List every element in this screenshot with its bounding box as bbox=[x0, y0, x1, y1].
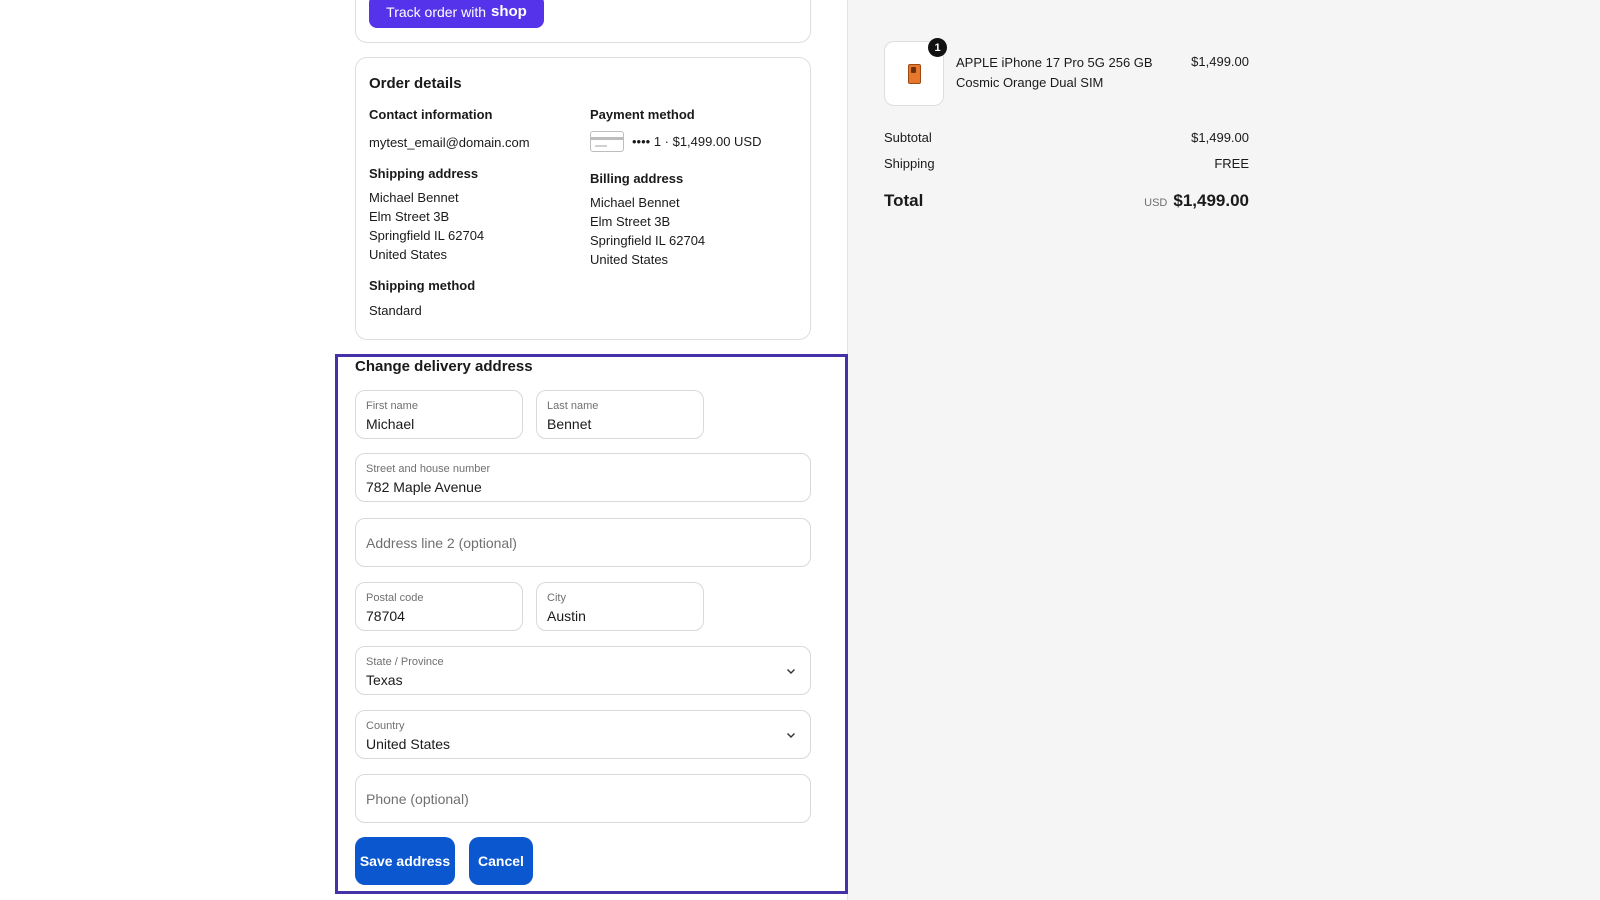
payment-method-row: •••• 1 · $1,499.00 USD bbox=[590, 131, 800, 152]
shipping-method-section: Shipping method Standard bbox=[369, 278, 579, 320]
checkout-confirmation-page: Track order with shop Order details Cont… bbox=[0, 0, 1600, 900]
phone-icon bbox=[908, 64, 921, 84]
country-select[interactable]: Country United States bbox=[355, 710, 811, 759]
address-line-2-placeholder: Address line 2 (optional) bbox=[366, 535, 517, 551]
postal-code-label: Postal code bbox=[366, 592, 424, 604]
city-field[interactable]: City Austin bbox=[536, 582, 704, 631]
state-select[interactable]: State / Province Texas bbox=[355, 646, 811, 695]
first-name-field[interactable]: First name Michael bbox=[355, 390, 523, 439]
shipping-value: FREE bbox=[1214, 156, 1249, 171]
track-order-label: Track order with bbox=[386, 3, 486, 20]
shipping-address-section: Shipping address Michael Bennet Elm Stre… bbox=[369, 166, 579, 264]
chevron-down-icon bbox=[787, 669, 795, 674]
country-value: United States bbox=[366, 736, 451, 752]
payment-method-heading: Payment method bbox=[590, 107, 695, 122]
billing-address-line: Springfield IL 62704 bbox=[590, 233, 706, 248]
city-value: Austin bbox=[547, 608, 586, 624]
state-value: Texas bbox=[366, 672, 403, 688]
street-label: Street and house number bbox=[366, 463, 491, 475]
state-label: State / Province bbox=[366, 656, 444, 668]
shipping-address-line: Elm Street 3B bbox=[369, 209, 450, 224]
first-name-label: First name bbox=[366, 400, 418, 412]
shipping-address-line: Michael Bennet bbox=[369, 190, 459, 205]
first-name-value: Michael bbox=[366, 416, 415, 432]
quantity-badge: 1 bbox=[928, 38, 947, 57]
shipping-row: Shipping FREE bbox=[884, 156, 1249, 171]
total-value: $1,499.00 bbox=[1173, 191, 1249, 210]
last-name-label: Last name bbox=[547, 400, 599, 412]
order-details-title: Order details bbox=[369, 75, 462, 92]
postal-code-value: 78704 bbox=[366, 608, 405, 624]
payment-summary: •••• 1 · $1,499.00 USD bbox=[632, 134, 762, 149]
subtotal-row: Subtotal $1,499.00 bbox=[884, 130, 1249, 145]
billing-address-line: United States bbox=[590, 252, 669, 267]
city-label: City bbox=[547, 592, 566, 604]
payment-method-section: Payment method •••• 1 · $1,499.00 USD bbox=[590, 107, 800, 152]
subtotal-value: $1,499.00 bbox=[1191, 130, 1249, 145]
billing-address-heading: Billing address bbox=[590, 171, 684, 186]
contact-email: mytest_email@domain.com bbox=[369, 135, 530, 150]
product-name: APPLE iPhone 17 Pro 5G 256 GB Cosmic Ora… bbox=[956, 55, 1153, 90]
contact-information-heading: Contact information bbox=[369, 107, 493, 122]
billing-address-section: Billing address Michael Bennet Elm Stree… bbox=[590, 171, 800, 269]
billing-address-line: Michael Bennet bbox=[590, 195, 680, 210]
postal-code-field[interactable]: Postal code 78704 bbox=[355, 582, 523, 631]
contact-information-section: Contact information mytest_email@domain.… bbox=[369, 107, 579, 152]
shop-logo: shop bbox=[491, 3, 527, 20]
order-details-card: Order details Contact information mytest… bbox=[355, 57, 811, 340]
billing-address-line: Elm Street 3B bbox=[590, 214, 671, 229]
save-address-button[interactable]: Save address bbox=[355, 837, 455, 885]
track-order-card: Track order with shop bbox=[355, 0, 811, 43]
phone-field[interactable]: Phone (optional) bbox=[355, 774, 811, 823]
street-value: 782 Maple Avenue bbox=[366, 479, 482, 495]
credit-card-icon bbox=[590, 131, 624, 152]
total-row: Total USD $1,499.00 bbox=[884, 191, 1249, 211]
street-field[interactable]: Street and house number 782 Maple Avenue bbox=[355, 453, 811, 502]
track-order-button[interactable]: Track order with shop bbox=[369, 0, 544, 28]
chevron-down-icon bbox=[787, 733, 795, 738]
phone-placeholder: Phone (optional) bbox=[366, 791, 469, 807]
last-name-field[interactable]: Last name Bennet bbox=[536, 390, 704, 439]
shipping-address-heading: Shipping address bbox=[369, 166, 479, 181]
order-details-right-column: Payment method •••• 1 · $1,499.00 USD Bi… bbox=[590, 107, 800, 283]
shipping-label: Shipping bbox=[884, 156, 935, 171]
country-label: Country bbox=[366, 720, 405, 732]
shipping-address-line: United States bbox=[369, 247, 448, 262]
last-name-value: Bennet bbox=[547, 416, 592, 432]
shipping-method-heading: Shipping method bbox=[369, 278, 476, 293]
cancel-button[interactable]: Cancel bbox=[469, 837, 533, 885]
address-line-2-field[interactable]: Address line 2 (optional) bbox=[355, 518, 811, 567]
order-details-left-column: Contact information mytest_email@domain.… bbox=[369, 107, 579, 334]
currency-code: USD bbox=[1144, 197, 1168, 209]
shipping-address-line: Springfield IL 62704 bbox=[369, 228, 485, 243]
change-delivery-address-title: Change delivery address bbox=[355, 358, 533, 375]
total-amount: USD $1,499.00 bbox=[1144, 191, 1249, 211]
total-label: Total bbox=[884, 191, 924, 210]
product-price: $1,499.00 bbox=[1191, 54, 1249, 69]
subtotal-label: Subtotal bbox=[884, 130, 932, 145]
shipping-method-value: Standard bbox=[369, 303, 422, 318]
